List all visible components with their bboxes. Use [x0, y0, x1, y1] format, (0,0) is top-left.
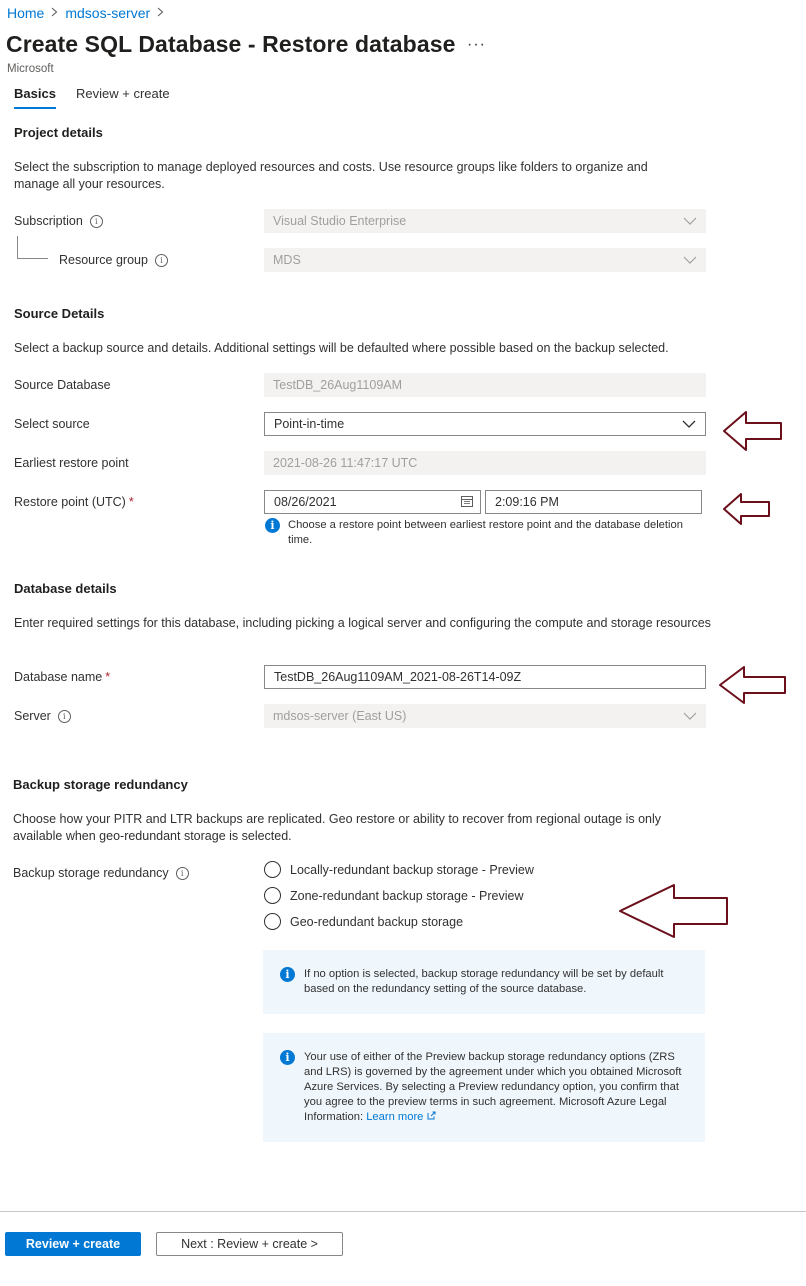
breadcrumb-server-link[interactable]: mdsos-server [65, 5, 150, 21]
restore-point-hint: Choose a restore point between earliest … [288, 519, 683, 546]
backup-redundancy-label: Backup storage redundancy i [13, 866, 189, 880]
select-source-dropdown[interactable]: Point-in-time [264, 412, 706, 436]
footer-divider [0, 1211, 806, 1212]
radio-label-geo-redundant[interactable]: Geo-redundant backup storage [290, 915, 463, 929]
subscription-label-text: Subscription [14, 214, 83, 228]
select-source-label: Select source [14, 417, 90, 431]
external-link-icon [427, 1111, 436, 1120]
chevron-down-icon [683, 256, 697, 264]
next-review-create-button[interactable]: Next : Review + create > [156, 1232, 343, 1256]
annotation-arrow-icon [723, 411, 782, 451]
earliest-restore-value: 2021-08-26 11:47:17 UTC [273, 456, 418, 470]
resource-group-label: Resource group i [59, 253, 168, 267]
subscription-value: Visual Studio Enterprise [273, 214, 407, 228]
info-box-text: Your use of either of the Preview backup… [304, 1050, 694, 1125]
tab-review-create[interactable]: Review + create [76, 86, 170, 107]
select-source-value: Point-in-time [274, 417, 345, 431]
database-name-value: TestDB_26Aug1109AM_2021-08-26T14-09Z [274, 670, 522, 684]
chevron-down-icon [683, 712, 697, 720]
source-database-field: TestDB_26Aug1109AM [264, 373, 706, 397]
info-box-preview-terms: i Your use of either of the Preview back… [263, 1033, 705, 1142]
radio-geo-redundant[interactable] [264, 913, 281, 930]
tab-basics[interactable]: Basics [14, 86, 56, 109]
database-name-label: Database name * [14, 670, 110, 684]
restore-date-value: 08/26/2021 [274, 495, 337, 509]
source-database-label: Source Database [14, 378, 111, 392]
info-box-default-redundancy: i If no option is selected, backup stora… [263, 950, 705, 1014]
restore-time-input[interactable]: 2:09:16 PM [485, 490, 702, 514]
project-details-title: Project details [14, 125, 103, 140]
chevron-down-icon [683, 217, 697, 225]
learn-more-text: Learn more [366, 1111, 424, 1123]
resource-group-value: MDS [273, 253, 301, 267]
breadcrumb: Home mdsos-server [7, 5, 171, 21]
required-mark: * [128, 495, 134, 509]
resource-group-dropdown: MDS [264, 248, 706, 272]
page-title: Create SQL Database - Restore database [6, 31, 456, 57]
preview-terms-text: Your use of either of the Preview backup… [304, 1051, 682, 1123]
chevron-right-icon [157, 6, 164, 20]
info-icon[interactable]: i [89, 214, 103, 228]
server-dropdown: mdsos-server (East US) [264, 704, 706, 728]
info-icon: i [265, 518, 280, 533]
database-details-description: Enter required settings for this databas… [14, 616, 711, 630]
chevron-right-icon [51, 6, 58, 20]
source-details-description: Select a backup source and details. Addi… [14, 341, 669, 355]
annotation-arrow-icon [723, 493, 770, 525]
backup-redundancy-title: Backup storage redundancy [13, 777, 188, 792]
restore-time-value: 2:09:16 PM [495, 495, 559, 509]
server-label: Server i [14, 709, 71, 723]
backup-redundancy-label-text: Backup storage redundancy [13, 866, 169, 880]
resource-group-label-text: Resource group [59, 253, 148, 267]
info-icon[interactable]: i [57, 709, 71, 723]
info-icon[interactable]: i [154, 253, 168, 267]
restore-point-label: Restore point (UTC) * [14, 495, 134, 509]
earliest-restore-label: Earliest restore point [14, 456, 129, 470]
info-icon[interactable]: i [175, 866, 189, 880]
breadcrumb-home-link[interactable]: Home [7, 5, 44, 21]
database-name-input[interactable]: TestDB_26Aug1109AM_2021-08-26T14-09Z [264, 665, 706, 689]
earliest-restore-field: 2021-08-26 11:47:17 UTC [264, 451, 706, 475]
restore-date-input[interactable]: 08/26/2021 [264, 490, 481, 514]
project-details-description: Select the subscription to manage deploy… [14, 160, 648, 191]
chevron-down-icon [682, 420, 696, 428]
subscription-label: Subscription i [14, 214, 103, 228]
calendar-icon[interactable] [460, 491, 474, 513]
annotation-arrow-icon [619, 884, 728, 938]
more-options-icon[interactable]: ··· [467, 36, 486, 54]
radio-locally-redundant[interactable] [264, 861, 281, 878]
info-box-text: If no option is selected, backup storage… [304, 968, 664, 995]
restore-point-label-text: Restore point (UTC) [14, 495, 126, 509]
backup-redundancy-description: Choose how your PITR and LTR backups are… [13, 812, 662, 843]
database-details-title: Database details [14, 581, 117, 596]
annotation-arrow-icon [719, 666, 786, 704]
radio-zone-redundant[interactable] [264, 887, 281, 904]
tree-connector [17, 258, 48, 259]
info-icon: i [280, 967, 295, 982]
learn-more-link[interactable]: Learn more [366, 1111, 436, 1123]
review-create-button[interactable]: Review + create [5, 1232, 141, 1256]
source-details-title: Source Details [14, 306, 105, 321]
server-label-text: Server [14, 709, 51, 723]
server-value: mdsos-server (East US) [273, 709, 407, 723]
info-icon: i [280, 1050, 295, 1065]
radio-label-locally-redundant[interactable]: Locally-redundant backup storage - Previ… [290, 863, 534, 877]
source-database-value: TestDB_26Aug1109AM [273, 378, 403, 392]
publisher-label: Microsoft [7, 63, 54, 75]
subscription-dropdown: Visual Studio Enterprise [264, 209, 706, 233]
radio-label-zone-redundant[interactable]: Zone-redundant backup storage - Preview [290, 889, 523, 903]
required-mark: * [105, 670, 111, 684]
tree-connector [17, 236, 18, 258]
database-name-label-text: Database name [14, 670, 103, 684]
